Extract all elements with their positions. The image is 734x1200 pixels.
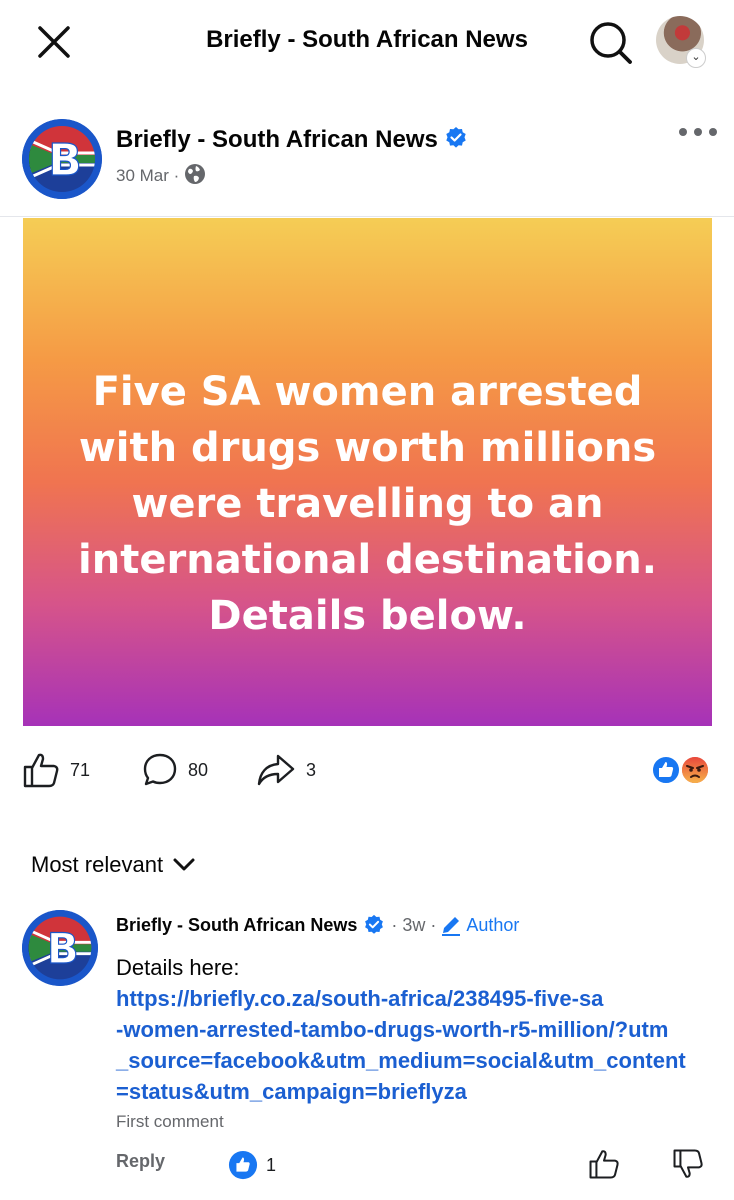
- share-icon: [257, 754, 295, 786]
- sort-label: Most relevant: [31, 852, 164, 877]
- verified-badge-icon: [363, 914, 385, 936]
- comment-avatar[interactable]: B: [22, 910, 98, 986]
- post-timestamp[interactable]: 30 Mar ·: [116, 163, 206, 190]
- comment-link-line[interactable]: -women-arrested-tambo-drugs-worth-r5-mil…: [116, 1014, 716, 1045]
- comment-link-line[interactable]: =status&utm_campaign=brieflyza: [116, 1076, 716, 1107]
- svg-text:B: B: [47, 924, 79, 973]
- share-button[interactable]: 3: [256, 752, 316, 788]
- comment-author[interactable]: Briefly - South African News: [116, 915, 357, 936]
- more-options-icon[interactable]: [676, 120, 720, 144]
- like-icon: [23, 753, 59, 788]
- upvote-button[interactable]: [588, 1148, 620, 1185]
- briefly-logo-icon: B: [22, 119, 102, 199]
- top-bar: Briefly - South African News ⌄: [0, 0, 734, 84]
- comment-header: Briefly - South African News · 3w · Auth…: [116, 914, 519, 936]
- profile-avatar[interactable]: ⌄: [656, 16, 706, 68]
- post-date[interactable]: 30 Mar: [116, 166, 169, 185]
- comment-body: Details here: https://briefly.co.za/sout…: [116, 953, 716, 1107]
- pencil-icon: [442, 917, 461, 936]
- divider: [0, 216, 734, 217]
- verified-badge-icon: [444, 126, 468, 150]
- reply-button[interactable]: Reply: [116, 1151, 165, 1172]
- chevron-down-icon: ⌄: [686, 48, 706, 68]
- date-separator: ·: [173, 166, 180, 185]
- page-logo[interactable]: B: [22, 119, 102, 199]
- author-badge-label: Author: [466, 914, 520, 935]
- post-banner[interactable]: Five SA women arrested with drugs worth …: [23, 218, 712, 726]
- comment-link[interactable]: https://briefly.co.za/south-africa/23849…: [116, 983, 716, 1107]
- thumbs-up-icon: [589, 1150, 619, 1179]
- author-badge: Author: [440, 914, 519, 936]
- post-author[interactable]: Briefly - South African News: [116, 126, 468, 154]
- like-count: 71: [70, 759, 91, 780]
- like-reaction-icon: [651, 755, 681, 785]
- post-author-name[interactable]: Briefly - South African News: [116, 126, 438, 153]
- like-button[interactable]: 71: [22, 752, 90, 788]
- share-count: 3: [306, 759, 317, 780]
- like-reaction-icon: [228, 1150, 258, 1180]
- thumbs-down-icon: [673, 1149, 703, 1178]
- briefly-logo-icon: B: [22, 910, 98, 986]
- comment-likes[interactable]: 1: [228, 1150, 276, 1180]
- comment-count: 80: [188, 759, 209, 780]
- search-icon[interactable]: [584, 16, 636, 68]
- comment-like-count: 1: [266, 1154, 277, 1175]
- comment-meta: First comment: [116, 1112, 224, 1131]
- comment-icon: [143, 753, 177, 786]
- globe-icon: [184, 163, 206, 190]
- banner-text: Five SA women arrested with drugs worth …: [78, 369, 657, 639]
- angry-reaction-icon: [680, 755, 710, 785]
- comment-text: Details here:: [116, 955, 240, 980]
- comment-link-line[interactable]: _source=facebook&utm_medium=social&utm_c…: [116, 1045, 716, 1076]
- comment-time[interactable]: · 3w ·: [391, 915, 436, 936]
- comment-sort-dropdown[interactable]: Most relevant: [31, 852, 199, 878]
- downvote-button[interactable]: [672, 1148, 704, 1185]
- comment-button[interactable]: 80: [142, 752, 208, 788]
- reactions-summary[interactable]: [650, 754, 714, 786]
- chevron-down-icon: [173, 858, 195, 871]
- comment-link-line[interactable]: https://briefly.co.za/south-africa/23849…: [116, 983, 716, 1014]
- svg-text:B: B: [48, 135, 82, 186]
